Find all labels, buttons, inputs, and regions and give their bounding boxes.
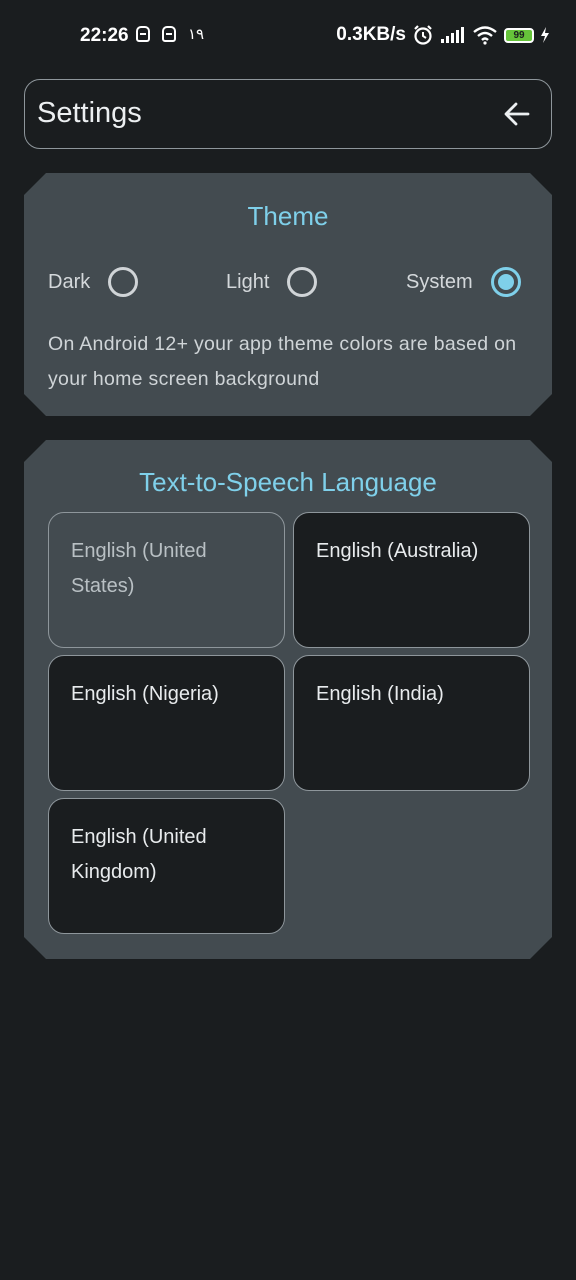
net-speed: 0.3KB/s — [336, 24, 406, 45]
theme-option-dark[interactable]: Dark — [48, 267, 138, 297]
radio-selected-icon[interactable] — [491, 267, 521, 297]
theme-description: On Android 12+ your app theme colors are… — [48, 333, 517, 390]
language-tile-en-in[interactable]: English (India) — [293, 655, 530, 791]
settings-screen: 22:26 ۱۹ 0.3KB/s 99 Settings Theme Dark … — [0, 0, 576, 1280]
status-bar: 22:26 ۱۹ 0.3KB/s 99 — [0, 0, 576, 72]
wifi-icon — [473, 26, 497, 45]
app-header: Settings — [24, 79, 552, 149]
alarm-icon — [414, 25, 432, 45]
charging-icon — [541, 27, 549, 43]
language-tile-en-ng[interactable]: English (Nigeria) — [48, 655, 285, 791]
notification-text: ۱۹ — [188, 25, 205, 43]
language-tile-en-gb[interactable]: English (United Kingdom) — [48, 798, 285, 934]
theme-option-light[interactable]: Light — [226, 267, 317, 297]
status-right: 0.3KB/s 99 — [336, 24, 550, 46]
radio-unselected-icon[interactable] — [108, 267, 138, 297]
language-tile-en-us[interactable]: English (United States) — [48, 512, 285, 648]
theme-option-label: Dark — [48, 270, 91, 293]
language-grid: English (United States) English (Austral… — [48, 512, 530, 934]
back-button[interactable] — [497, 94, 537, 134]
notification-app-icon-2 — [162, 26, 176, 42]
battery-icon: 99 — [504, 27, 534, 43]
radio-unselected-icon[interactable] — [287, 267, 317, 297]
radio-dot — [498, 274, 514, 290]
status-time: 22:26 — [80, 25, 129, 46]
theme-option-label: Light — [226, 270, 270, 293]
theme-option-label: System — [406, 270, 473, 293]
tts-language-card: Text-to-Speech Language English (United … — [24, 440, 552, 959]
notification-icons: ۱۹ — [136, 25, 204, 43]
notification-app-icon — [136, 26, 150, 42]
signal-icon — [441, 27, 464, 43]
theme-option-system[interactable]: System — [406, 267, 521, 297]
arrow-left-icon — [504, 102, 530, 126]
page-title: Settings — [37, 97, 142, 129]
theme-title: Theme — [247, 201, 329, 231]
language-tile-en-au[interactable]: English (Australia) — [293, 512, 530, 648]
tts-title: Text-to-Speech Language — [139, 467, 437, 497]
theme-card: Theme Dark Light System On Android 12+ y… — [24, 173, 552, 416]
